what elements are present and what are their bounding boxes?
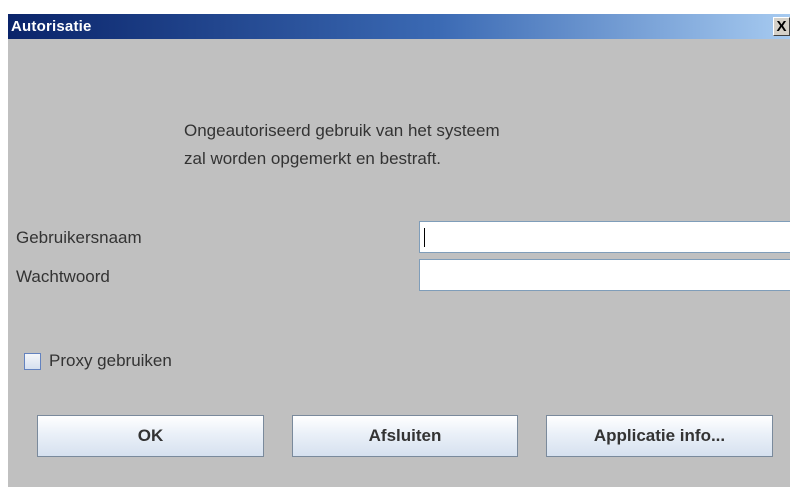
notice-line-1: Ongeautoriseerd gebruik van het systeem — [184, 121, 500, 140]
proxy-label: Proxy gebruiken — [49, 351, 172, 370]
authorization-dialog: Autorisatie X Ongeautoriseerd gebruik va… — [0, 0, 790, 487]
text-caret — [424, 228, 425, 247]
window-title: Autorisatie — [11, 18, 92, 35]
proxy-checkbox[interactable] — [24, 352, 41, 370]
close-icon[interactable]: X — [773, 17, 790, 36]
password-label: Wachtwoord — [16, 267, 110, 286]
app-info-button[interactable]: Applicatie info... — [546, 415, 773, 457]
close-button[interactable]: Afsluiten — [292, 415, 518, 457]
warning-notice: Ongeautoriseerd gebruik van het systeem … — [184, 117, 500, 173]
username-label: Gebruikersnaam — [16, 228, 142, 247]
password-field[interactable] — [419, 259, 790, 291]
title-bar[interactable]: Autorisatie X — [8, 14, 790, 39]
username-field[interactable] — [419, 221, 790, 253]
proxy-option[interactable]: Proxy gebruiken — [24, 351, 172, 371]
dialog-body: Ongeautoriseerd gebruik van het systeem … — [8, 39, 790, 487]
notice-line-2: zal worden opgemerkt en bestraft. — [184, 149, 442, 168]
ok-button[interactable]: OK — [37, 415, 264, 457]
